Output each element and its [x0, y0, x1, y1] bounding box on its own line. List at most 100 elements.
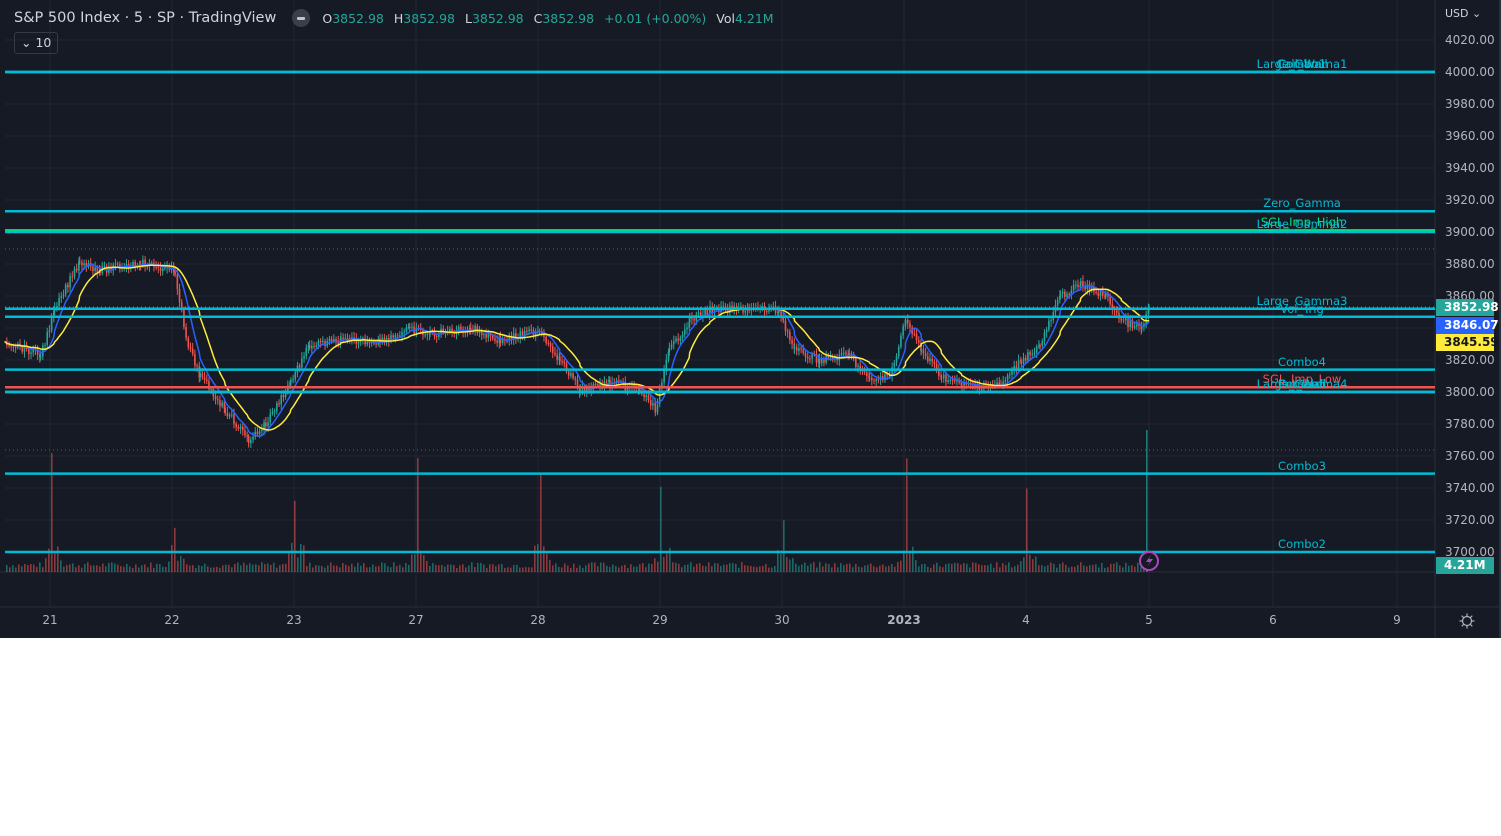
- level-label: Combo3: [1278, 458, 1326, 473]
- volume-bar: [294, 500, 296, 572]
- candle-body: [922, 349, 925, 354]
- volume-bar: [867, 564, 869, 572]
- volume-bar: [765, 563, 767, 572]
- volume-bar: [801, 564, 803, 572]
- candle-body: [791, 340, 793, 344]
- volume-bar: [819, 562, 821, 572]
- volume-bar: [672, 562, 674, 572]
- volume-bar: [618, 567, 620, 572]
- volume-bar: [1023, 557, 1025, 572]
- volume-bar: [156, 563, 158, 572]
- volume-bar: [693, 566, 695, 572]
- volume-bar: [837, 567, 839, 572]
- candle-body: [94, 267, 96, 271]
- volume-bar: [492, 564, 494, 572]
- candle-body: [221, 402, 223, 407]
- price-tick: 3880.00: [1445, 257, 1495, 271]
- price-tick: 3720.00: [1445, 513, 1495, 527]
- volume-bar: [855, 563, 857, 572]
- volume-bar: [606, 565, 608, 572]
- candle-body: [344, 337, 347, 339]
- volume-bar: [594, 562, 596, 572]
- candle-body: [1045, 329, 1048, 333]
- volume-bar: [9, 567, 11, 572]
- volume-bar: [816, 567, 818, 572]
- volume-bar: [90, 565, 92, 572]
- candle-body: [1120, 318, 1123, 320]
- time-tick: 2023: [887, 613, 921, 627]
- volume-bar: [477, 562, 479, 572]
- candle-body: [401, 332, 403, 336]
- candle-body: [873, 380, 875, 382]
- volume-bar: [474, 566, 476, 572]
- candle-body: [71, 276, 74, 278]
- candle-body: [1035, 346, 1038, 353]
- candle-body: [1008, 374, 1011, 376]
- volume-bar: [132, 567, 134, 572]
- volume-bar: [927, 566, 929, 572]
- volume-bar: [150, 562, 152, 572]
- volume-bar: [174, 527, 176, 572]
- hide-icon[interactable]: [292, 9, 311, 27]
- candle-body: [574, 378, 577, 380]
- volume-bar: [996, 562, 998, 572]
- volume-bar: [993, 567, 995, 572]
- chart-plot[interactable]: [0, 0, 1499, 638]
- volume-bar: [1137, 562, 1139, 572]
- close-value: 3852.98: [542, 10, 595, 26]
- candle-body: [303, 355, 305, 359]
- volume-bar: [780, 553, 782, 572]
- volume-bar: [948, 563, 950, 572]
- last-price-badge: 3852.98: [1436, 299, 1499, 316]
- volume-bar: [327, 565, 329, 572]
- tradingview-chart[interactable]: S&P 500 Index · 5 · SP · TradingView O38…: [0, 0, 1501, 638]
- indicators-collapse-button[interactable]: ⌄ 10: [14, 32, 59, 54]
- time-tick: 27: [408, 613, 424, 627]
- volume-bar: [513, 565, 515, 572]
- volume-bar: [909, 551, 911, 572]
- volume-bar: [531, 567, 533, 572]
- volume-bar: [831, 567, 833, 572]
- candle-body: [1077, 284, 1079, 288]
- settings-gear-icon[interactable]: [1459, 613, 1475, 629]
- volume-bar: [387, 566, 389, 572]
- volume-bar: [915, 560, 917, 572]
- candle-body: [904, 319, 907, 325]
- candle-body: [359, 340, 362, 342]
- candle-body: [1031, 353, 1034, 355]
- volume-bar: [1011, 567, 1013, 572]
- candle-body: [1041, 341, 1044, 346]
- volume-bar: [903, 550, 905, 572]
- symbol-title[interactable]: S&P 500 Index · 5 · SP · TradingView: [14, 10, 276, 26]
- volume-bar: [309, 562, 311, 572]
- volume-bar: [873, 566, 875, 572]
- candle-body: [219, 400, 221, 407]
- candle-body: [953, 380, 956, 382]
- volume-bar: [717, 563, 719, 572]
- level-label: Zero_Gamma: [1263, 196, 1341, 211]
- volume-bar: [1020, 561, 1022, 572]
- volume-bar: [462, 564, 464, 572]
- candle-body: [241, 426, 244, 431]
- candle-body: [64, 284, 67, 295]
- price-tick: 3820.00: [1445, 353, 1495, 367]
- candle-body: [290, 379, 292, 383]
- candle-body: [269, 413, 272, 423]
- candle-body: [394, 335, 397, 338]
- volume-bar: [147, 567, 149, 572]
- candle-body: [203, 377, 206, 380]
- volume-bar: [324, 567, 326, 572]
- volume-bar: [945, 564, 947, 572]
- candle-body: [315, 345, 318, 347]
- volume-bar: [753, 566, 755, 572]
- volume-bar: [189, 565, 191, 572]
- volume-bar: [639, 564, 641, 572]
- candle-body: [214, 396, 217, 400]
- volume-bar: [360, 565, 362, 572]
- candle-body: [551, 346, 554, 353]
- candle-body: [572, 373, 574, 379]
- volume-bar: [1086, 566, 1088, 572]
- currency-select[interactable]: USD ⌄: [1445, 7, 1481, 20]
- volume-bar: [465, 567, 467, 572]
- candle-body: [252, 436, 254, 440]
